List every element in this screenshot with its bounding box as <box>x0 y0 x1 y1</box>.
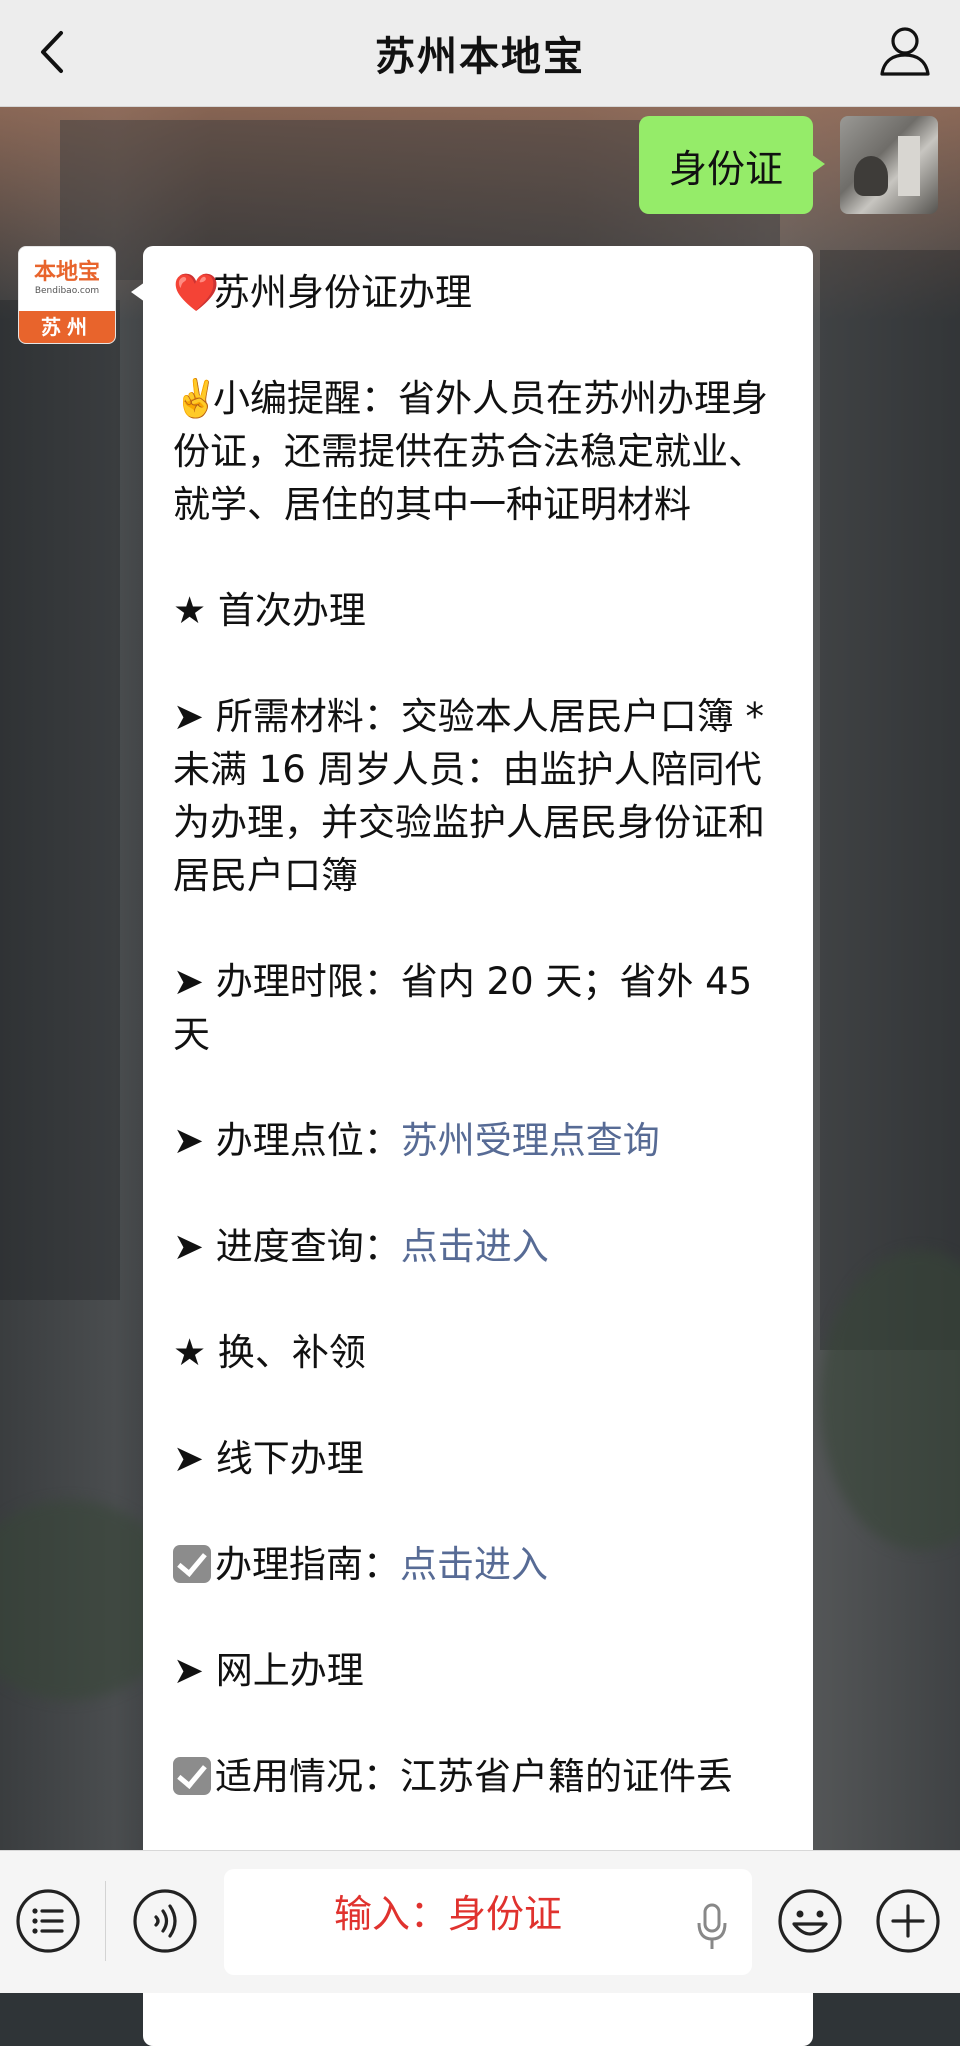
logo-main-text: 本地宝 <box>33 260 100 285</box>
location-row: ➤ 办理点位：苏州受理点查询 <box>173 1114 787 1167</box>
logo-city-text: 苏州 <box>19 311 115 343</box>
location-link[interactable]: 苏州受理点查询 <box>401 1119 660 1162</box>
top-bar: 苏州本地宝 <box>0 0 960 107</box>
my-avatar[interactable] <box>840 116 938 214</box>
location-label: ➤ 办理点位： <box>173 1119 401 1162</box>
checkbox-icon <box>173 1545 211 1583</box>
menu-list-icon[interactable] <box>14 1887 82 1955</box>
bot-avatar[interactable]: 本地宝 Bendibao.com 苏州 <box>18 246 116 344</box>
online-text: ➤ 网上办理 <box>173 1649 364 1692</box>
offline-text: ➤ 线下办理 <box>173 1437 364 1480</box>
victory-hand-icon: ✌️ <box>173 377 220 420</box>
progress-row: ➤ 进度查询：点击进入 <box>173 1220 787 1273</box>
user-icon[interactable] <box>872 18 938 84</box>
guide-row: 办理指南：点击进入 <box>173 1538 787 1591</box>
progress-label: ➤ 进度查询： <box>173 1225 401 1268</box>
checkbox-icon <box>173 1757 211 1795</box>
outgoing-message[interactable]: 身份证 <box>638 116 826 214</box>
logo-sub-text: Bendibao.com <box>34 286 100 296</box>
mic-icon[interactable] <box>696 1903 728 1951</box>
incoming-message[interactable]: ❤️苏州身份证办理 ✌️小编提醒：省外人员在苏州办理身份证，还需提供在苏合法稳定… <box>131 246 813 2046</box>
back-arrow-icon[interactable] <box>22 22 82 82</box>
voice-icon[interactable] <box>131 1887 199 1955</box>
guide-label: 办理指南： <box>215 1543 400 1586</box>
section-first-apply: ★ 首次办理 <box>173 589 366 632</box>
guide-link[interactable]: 点击进入 <box>400 1543 548 1586</box>
message-tip: ✌️小编提醒：省外人员在苏州办理身份证，还需提供在苏合法稳定就业、就学、居住的其… <box>173 372 787 531</box>
materials-text: ➤ 所需材料：交验本人居民户口簿 *未满 16 周岁人员：由监护人陪同代为办理，… <box>173 695 765 897</box>
heart-icon: ❤️ <box>173 271 220 314</box>
divider <box>105 1881 106 1961</box>
page-title: 苏州本地宝 <box>375 34 585 80</box>
message-heading: ❤️苏州身份证办理 <box>173 266 787 319</box>
time-limit-text: ➤ 办理时限：省内 20 天；省外 45 天 <box>173 960 753 1056</box>
applicable-text: 适用情况：江苏省户籍的证件丢 <box>215 1755 733 1798</box>
outgoing-message-text: 身份证 <box>668 146 783 191</box>
bottom-input-bar: 输入：身份证 <box>0 1850 960 1993</box>
message-input[interactable]: 输入：身份证 <box>224 1869 752 1975</box>
progress-link[interactable]: 点击进入 <box>401 1225 549 1268</box>
applicable-row: 适用情况：江苏省户籍的证件丢 <box>173 1750 787 1803</box>
input-text: 输入：身份证 <box>333 1892 562 1936</box>
section-replace: ★ 换、补领 <box>173 1331 366 1374</box>
emoji-icon[interactable] <box>776 1887 844 1955</box>
add-icon[interactable] <box>874 1887 942 1955</box>
